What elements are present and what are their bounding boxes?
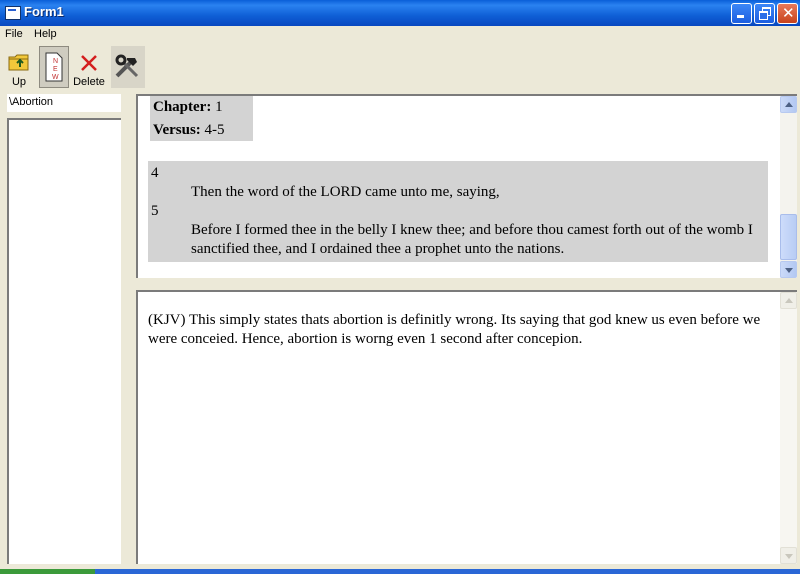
tools-button[interactable] (111, 46, 145, 88)
versus-value: 4-5 (204, 122, 225, 138)
notes-scroll-up-button[interactable] (780, 292, 797, 309)
close-icon: ✕ (782, 4, 795, 22)
taskbar-edge (0, 569, 800, 574)
minimize-button[interactable] (731, 3, 752, 24)
verse-number: 5 (151, 203, 159, 219)
notes-pane[interactable]: (KJV) This simply states thats abortion … (136, 290, 797, 564)
minimize-icon (737, 15, 744, 18)
verse-pane[interactable]: Chapter: 1 Versus: 4-5 4 Then the word o… (136, 94, 797, 278)
chevron-up-icon (785, 102, 793, 107)
notes-line: (KJV) This simply states thats abortion … (148, 312, 761, 328)
versus-label: Versus: (153, 122, 201, 138)
chevron-up-icon (785, 298, 793, 303)
svg-text:W: W (52, 74, 59, 81)
delete-label: Delete (73, 76, 105, 88)
new-document-icon: N E W (45, 52, 63, 82)
hammer-wrench-icon (115, 54, 139, 78)
verse-text: Then the word of the LORD came unto me, … (191, 184, 500, 200)
topics-list[interactable] (7, 118, 121, 564)
svg-text:E: E (53, 66, 58, 73)
new-button[interactable]: N E W (39, 46, 69, 88)
verse-scrollbar[interactable] (780, 96, 797, 278)
delete-x-icon (81, 55, 97, 71)
chevron-down-icon (785, 554, 793, 559)
scroll-down-button[interactable] (780, 261, 797, 278)
chapter-info: Chapter: 1 Versus: 4-5 (150, 96, 253, 141)
verse-text-line: sanctified thee, and I ordained thee a p… (191, 241, 565, 257)
notes-line: were conceied. Hence, abortion is worng … (148, 331, 583, 347)
app-icon[interactable] (5, 6, 21, 20)
close-button[interactable]: ✕ (777, 3, 798, 24)
toolbar: Up N E W Delete (0, 46, 800, 90)
menu-file[interactable]: File (5, 28, 23, 40)
title-bar: Form1 ✕ (0, 0, 800, 26)
delete-button[interactable]: Delete (72, 46, 106, 88)
folder-up-icon (8, 54, 29, 71)
path-field[interactable]: \Abortion (7, 94, 121, 112)
scroll-up-button[interactable] (780, 96, 797, 113)
path-text: \Abortion (9, 96, 54, 108)
chapter-value: 1 (215, 99, 223, 115)
verse-number: 4 (151, 165, 159, 181)
svg-text:N: N (53, 58, 58, 65)
restore-button[interactable] (754, 3, 775, 24)
verse-text-line: Before I formed thee in the belly I knew… (191, 222, 753, 238)
menu-bar: File Help (0, 26, 800, 44)
notes-scrollbar[interactable] (780, 292, 797, 564)
chapter-label: Chapter: (153, 99, 212, 115)
notes-scroll-down-button[interactable] (780, 547, 797, 564)
scroll-thumb[interactable] (780, 214, 797, 260)
up-label: Up (11, 76, 27, 88)
notes-text[interactable]: (KJV) This simply states thats abortion … (148, 311, 768, 349)
chevron-down-icon (785, 268, 793, 273)
window-title: Form1 (24, 4, 64, 19)
menu-help[interactable]: Help (34, 28, 57, 40)
verse-list: 4 Then the word of the LORD came unto me… (148, 161, 768, 262)
up-button[interactable]: Up (7, 46, 31, 88)
